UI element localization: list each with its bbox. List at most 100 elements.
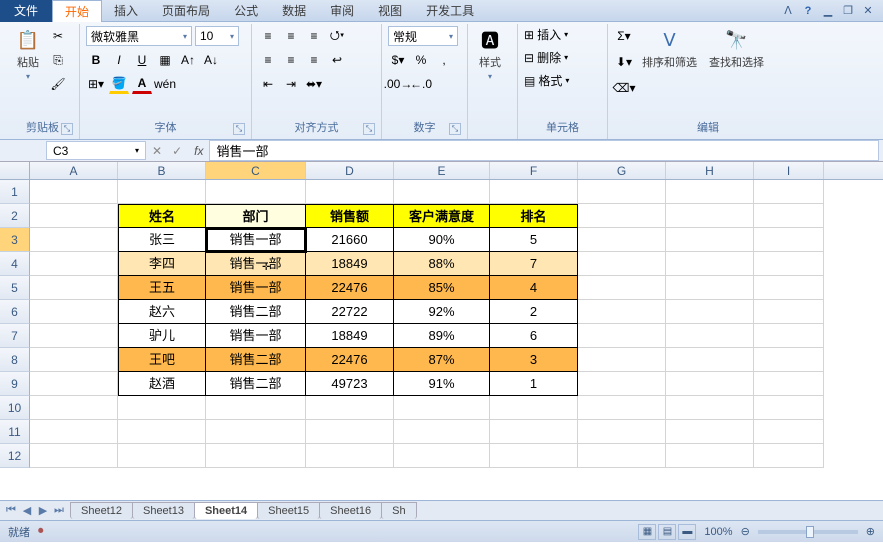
tab-data[interactable]: 数据	[270, 0, 318, 22]
tab-review[interactable]: 审阅	[318, 0, 366, 22]
rowhead-5[interactable]: 5	[0, 276, 30, 300]
cell[interactable]	[394, 444, 490, 468]
rowhead-11[interactable]: 11	[0, 420, 30, 444]
cell[interactable]	[666, 204, 754, 228]
italic-button[interactable]: I	[109, 50, 129, 70]
cell[interactable]	[30, 228, 118, 252]
autosum-button[interactable]: Σ▾	[614, 26, 634, 46]
view-pagebreak-button[interactable]: ▬	[678, 524, 696, 540]
select-all-corner[interactable]	[0, 162, 30, 179]
cell[interactable]	[754, 228, 824, 252]
fill-button[interactable]: ⬇▾	[614, 52, 634, 72]
cell[interactable]	[30, 180, 118, 204]
cell[interactable]: 排名	[490, 204, 578, 228]
rowhead-3[interactable]: 3	[0, 228, 30, 252]
format-painter-button[interactable]: 🖌	[48, 74, 68, 94]
cell[interactable]	[754, 396, 824, 420]
cell[interactable]: 91%	[394, 372, 490, 396]
align-right-button[interactable]: ≡	[304, 50, 324, 70]
macro-record-icon[interactable]: ⏺	[38, 525, 44, 538]
cell[interactable]	[30, 420, 118, 444]
cell[interactable]	[30, 444, 118, 468]
cell[interactable]	[578, 228, 666, 252]
cell[interactable]: 4	[490, 276, 578, 300]
cell[interactable]: 王五	[118, 276, 206, 300]
cell[interactable]: 18849	[306, 324, 394, 348]
cell[interactable]	[30, 324, 118, 348]
cell[interactable]: 18849	[306, 252, 394, 276]
cell[interactable]: 驴儿	[118, 324, 206, 348]
cell[interactable]	[754, 348, 824, 372]
tab-formulas[interactable]: 公式	[222, 0, 270, 22]
border-button[interactable]: ▦	[155, 50, 175, 70]
cell[interactable]	[666, 372, 754, 396]
sheet-nav-next[interactable]: ▶	[36, 504, 50, 517]
rowhead-8[interactable]: 8	[0, 348, 30, 372]
sheet-tab[interactable]: Sheet15	[257, 502, 320, 519]
cell[interactable]	[306, 420, 394, 444]
cell[interactable]	[394, 396, 490, 420]
find-select-button[interactable]: 🔭 查找和选择	[705, 26, 768, 72]
styles-button[interactable]: 🅰 样式 ▾	[474, 26, 506, 83]
cell[interactable]	[578, 300, 666, 324]
cell[interactable]: 赵六	[118, 300, 206, 324]
font-name-combo[interactable]: 微软雅黑▾	[86, 26, 192, 46]
cell[interactable]: 2	[490, 300, 578, 324]
zoom-out-button[interactable]: ⊖	[741, 525, 750, 538]
cell[interactable]	[666, 300, 754, 324]
font-launcher[interactable]: ⤡	[233, 123, 245, 135]
cell[interactable]	[578, 396, 666, 420]
tab-insert[interactable]: 插入	[102, 0, 150, 22]
cell[interactable]: 92%	[394, 300, 490, 324]
colhead-H[interactable]: H	[666, 162, 754, 179]
shrink-font-button[interactable]: A↓	[201, 50, 221, 70]
cell[interactable]	[754, 372, 824, 396]
view-normal-button[interactable]: ▦	[638, 524, 656, 540]
cells-insert-button[interactable]: ⊞插入▾	[524, 26, 569, 43]
tab-home[interactable]: 开始	[52, 0, 102, 22]
comma-button[interactable]: ,	[434, 50, 454, 70]
window-close-icon[interactable]: ✕	[861, 4, 875, 18]
cell[interactable]: 90%	[394, 228, 490, 252]
cell[interactable]	[394, 180, 490, 204]
cell[interactable]: 7	[490, 252, 578, 276]
cell[interactable]	[206, 444, 306, 468]
cell[interactable]	[578, 372, 666, 396]
window-restore-icon[interactable]: ❐	[841, 4, 855, 18]
cell[interactable]	[666, 396, 754, 420]
name-box[interactable]: C3▾	[46, 141, 146, 160]
cell[interactable]	[754, 204, 824, 228]
cell[interactable]	[578, 204, 666, 228]
paste-button[interactable]: 📋 粘贴 ▾	[12, 26, 44, 83]
cell[interactable]	[30, 276, 118, 300]
cell[interactable]: 王吧	[118, 348, 206, 372]
cell[interactable]	[666, 252, 754, 276]
cells-format-button[interactable]: ▤格式▾	[524, 72, 569, 89]
cell[interactable]	[754, 420, 824, 444]
cell[interactable]	[754, 180, 824, 204]
sort-filter-button[interactable]: ᐯ 排序和筛选	[638, 26, 701, 72]
cell[interactable]	[666, 444, 754, 468]
cell[interactable]: 88%	[394, 252, 490, 276]
cell[interactable]: 1	[490, 372, 578, 396]
zoom-slider[interactable]	[758, 530, 858, 534]
cell[interactable]	[206, 396, 306, 420]
font-color-button[interactable]: A	[132, 74, 152, 94]
cut-button[interactable]: ✂	[48, 26, 68, 46]
colhead-D[interactable]: D	[306, 162, 394, 179]
cell[interactable]	[666, 420, 754, 444]
rowhead-10[interactable]: 10	[0, 396, 30, 420]
rowhead-6[interactable]: 6	[0, 300, 30, 324]
colhead-F[interactable]: F	[490, 162, 578, 179]
colhead-B[interactable]: B	[118, 162, 206, 179]
accept-formula-icon[interactable]: ✓	[172, 144, 182, 158]
cell[interactable]: 49723	[306, 372, 394, 396]
cell[interactable]: 客户满意度	[394, 204, 490, 228]
cell[interactable]: 销售一部	[206, 276, 306, 300]
cell[interactable]	[666, 348, 754, 372]
cell[interactable]	[118, 396, 206, 420]
colhead-G[interactable]: G	[578, 162, 666, 179]
align-middle-button[interactable]: ≡	[281, 26, 301, 46]
rowhead-2[interactable]: 2	[0, 204, 30, 228]
cell[interactable]: 销售一部✛	[206, 252, 306, 276]
